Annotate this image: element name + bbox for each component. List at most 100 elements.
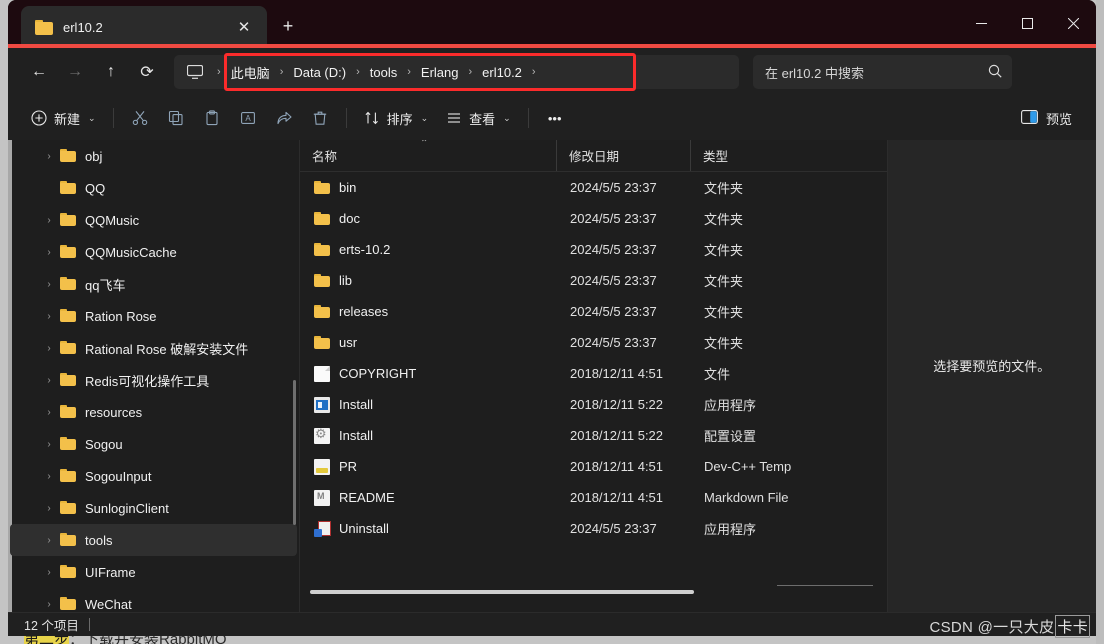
sidebar-item-qqmusiccache[interactable]: › QQMusicCache bbox=[10, 236, 297, 268]
table-row[interactable]: Install 2018/12/11 5:22 应用程序 bbox=[302, 389, 883, 420]
back-button[interactable]: ← bbox=[22, 55, 56, 89]
chevron-right-icon[interactable]: › bbox=[42, 215, 56, 226]
chevron-right-icon[interactable]: › bbox=[42, 343, 56, 354]
sidebar-item-uiframe[interactable]: › UIFrame bbox=[10, 556, 297, 588]
chevron-right-icon[interactable]: › bbox=[42, 151, 56, 162]
chevron-right-icon[interactable]: › bbox=[42, 439, 56, 450]
folder-icon bbox=[60, 372, 76, 388]
chevron-right-icon[interactable]: › bbox=[42, 471, 56, 482]
chevron-right-icon[interactable]: › bbox=[42, 247, 56, 258]
view-button[interactable]: 查看 ⌄ bbox=[437, 102, 520, 134]
cut-button[interactable] bbox=[122, 102, 158, 134]
table-row[interactable]: Uninstall 2024/5/5 23:37 应用程序 bbox=[302, 513, 883, 544]
column-header-type[interactable]: 类型 bbox=[690, 140, 887, 171]
navigation-pane-scrollbar[interactable] bbox=[293, 380, 296, 525]
preview-empty-message: 选择要预览的文件。 bbox=[933, 358, 1051, 374]
sidebar-item-wechat[interactable]: › WeChat bbox=[10, 588, 297, 612]
tab-erl10-2[interactable]: erl10.2 ✕ bbox=[21, 6, 267, 48]
file-type-cell: Dev-C++ Temp bbox=[704, 459, 792, 474]
breadcrumb-separator-3: › bbox=[407, 66, 411, 78]
sidebar-item-sogouinput[interactable]: › SogouInput bbox=[10, 460, 297, 492]
sidebar-item-resources[interactable]: › resources bbox=[10, 396, 297, 428]
sort-button[interactable]: 排序 ⌄ bbox=[355, 102, 438, 134]
table-row[interactable]: usr 2024/5/5 23:37 文件夹 bbox=[302, 327, 883, 358]
file-type-cell: 配置设置 bbox=[704, 429, 757, 444]
table-row[interactable]: lib 2024/5/5 23:37 文件夹 bbox=[302, 265, 883, 296]
table-row[interactable]: bin 2024/5/5 23:37 文件夹 bbox=[302, 172, 883, 203]
up-button[interactable]: ↑ bbox=[94, 55, 128, 89]
sidebar-item-qq[interactable]: QQ bbox=[10, 172, 297, 204]
file-type-cell: 应用程序 bbox=[704, 522, 757, 537]
file-list-horizontal-scrollbar[interactable] bbox=[310, 590, 694, 594]
close-tab-icon[interactable]: ✕ bbox=[231, 14, 257, 40]
minimize-icon[interactable] bbox=[958, 0, 1004, 46]
maximize-icon[interactable] bbox=[1004, 0, 1050, 46]
close-icon[interactable] bbox=[1050, 0, 1096, 46]
table-row[interactable]: Install 2018/12/11 5:22 配置设置 bbox=[302, 420, 883, 451]
table-row[interactable]: releases 2024/5/5 23:37 文件夹 bbox=[302, 296, 883, 327]
chevron-right-icon[interactable]: › bbox=[42, 279, 56, 290]
file-name-label: Install bbox=[339, 397, 373, 412]
sidebar-item-qqmusic[interactable]: › QQMusic bbox=[10, 204, 297, 236]
chevron-right-icon[interactable]: › bbox=[42, 599, 56, 610]
breadcrumb-separator-1: › bbox=[279, 66, 284, 78]
breadcrumb-item-3[interactable]: Erlang bbox=[418, 61, 462, 84]
column-header-name[interactable]: 名称 ⌃ bbox=[300, 140, 556, 171]
view-list-icon bbox=[446, 110, 462, 126]
sidebar-item-obj[interactable]: › obj bbox=[10, 140, 297, 172]
table-row[interactable]: erts-10.2 2024/5/5 23:37 文件夹 bbox=[302, 234, 883, 265]
svg-text:A: A bbox=[245, 114, 251, 123]
copy-button[interactable] bbox=[158, 102, 194, 134]
sidebar-item-rational-rose-破解安装文件[interactable]: › Rational Rose 破解安装文件 bbox=[10, 332, 297, 364]
sidebar-item-qq飞车[interactable]: › qq飞车 bbox=[10, 268, 297, 300]
monitor-icon[interactable] bbox=[180, 57, 210, 87]
chevron-right-icon[interactable]: › bbox=[42, 311, 56, 322]
chevron-right-icon[interactable]: › bbox=[42, 375, 56, 386]
sidebar-item-sogou[interactable]: › Sogou bbox=[10, 428, 297, 460]
chevron-right-icon[interactable]: › bbox=[42, 535, 56, 546]
paste-button[interactable] bbox=[194, 102, 230, 134]
rename-button[interactable]: A bbox=[230, 102, 266, 134]
search-box[interactable]: 在 erl10.2 中搜索 bbox=[753, 55, 1012, 89]
forward-button[interactable]: → bbox=[58, 55, 92, 89]
navigation-bar: ← → ↑ ⟳ › 此电脑 › Data (D:) › tools › Erla… bbox=[8, 48, 1096, 96]
new-tab-icon[interactable]: + bbox=[274, 12, 302, 40]
column-header-date[interactable]: 修改日期 bbox=[556, 140, 690, 171]
chevron-right-icon[interactable]: › bbox=[42, 407, 56, 418]
file-list-pane[interactable]: 名称 ⌃ 修改日期 类型 bin 2024/5/5 23:37 文件夹 doc 2024… bbox=[300, 140, 888, 612]
preview-toggle-button[interactable]: 预览 bbox=[1011, 102, 1082, 134]
search-icon[interactable] bbox=[988, 64, 1002, 81]
search-input[interactable]: 在 erl10.2 中搜索 bbox=[765, 63, 988, 82]
breadcrumb-item-0[interactable]: 此电脑 bbox=[228, 59, 273, 86]
table-row[interactable]: doc 2024/5/5 23:37 文件夹 bbox=[302, 203, 883, 234]
chevron-right-icon[interactable]: › bbox=[42, 503, 56, 514]
table-row[interactable]: PR 2018/12/11 4:51 Dev-C++ Temp bbox=[302, 451, 883, 482]
sidebar-item-label: Redis可视化操作工具 bbox=[85, 373, 210, 389]
devcpp-icon bbox=[314, 458, 330, 475]
breadcrumb-item-4[interactable]: erl10.2 bbox=[479, 61, 525, 84]
new-button[interactable]: 新建 ⌄ bbox=[22, 102, 105, 134]
sidebar-item-sunloginclient[interactable]: › SunloginClient bbox=[10, 492, 297, 524]
more-options-button[interactable]: ••• bbox=[537, 102, 573, 134]
sort-button-label: 排序 bbox=[386, 111, 413, 127]
folder-icon bbox=[60, 340, 76, 356]
file-date-cell: 2018/12/11 4:51 bbox=[570, 366, 664, 381]
file-name-cell: lib bbox=[302, 273, 558, 289]
folder-icon bbox=[60, 596, 76, 612]
refresh-button[interactable]: ⟳ bbox=[130, 55, 164, 89]
folder-icon bbox=[60, 468, 76, 484]
breadcrumb-separator-0: › bbox=[217, 66, 221, 78]
chevron-right-icon[interactable]: › bbox=[42, 567, 56, 578]
sidebar-item-tools[interactable]: › tools bbox=[10, 524, 297, 556]
sidebar-item-ration-rose[interactable]: › Ration Rose bbox=[10, 300, 297, 332]
chevron-down-icon: ⌄ bbox=[88, 112, 96, 123]
share-button[interactable] bbox=[266, 102, 302, 134]
address-bar[interactable]: › 此电脑 › Data (D:) › tools › Erlang › erl… bbox=[174, 53, 739, 91]
table-row[interactable]: README 2018/12/11 4:51 Markdown File bbox=[302, 482, 883, 513]
navigation-pane[interactable]: › obj QQ › QQMusic › QQMusicCache › qq飞车 › Ration … bbox=[8, 140, 300, 612]
breadcrumb-item-2[interactable]: tools bbox=[367, 61, 400, 84]
table-row[interactable]: COPYRIGHT 2018/12/11 4:51 文件 bbox=[302, 358, 883, 389]
breadcrumb-item-1[interactable]: Data (D:) bbox=[290, 61, 349, 84]
delete-button[interactable] bbox=[302, 102, 338, 134]
sidebar-item-redis可视化操作工具[interactable]: › Redis可视化操作工具 bbox=[10, 364, 297, 396]
